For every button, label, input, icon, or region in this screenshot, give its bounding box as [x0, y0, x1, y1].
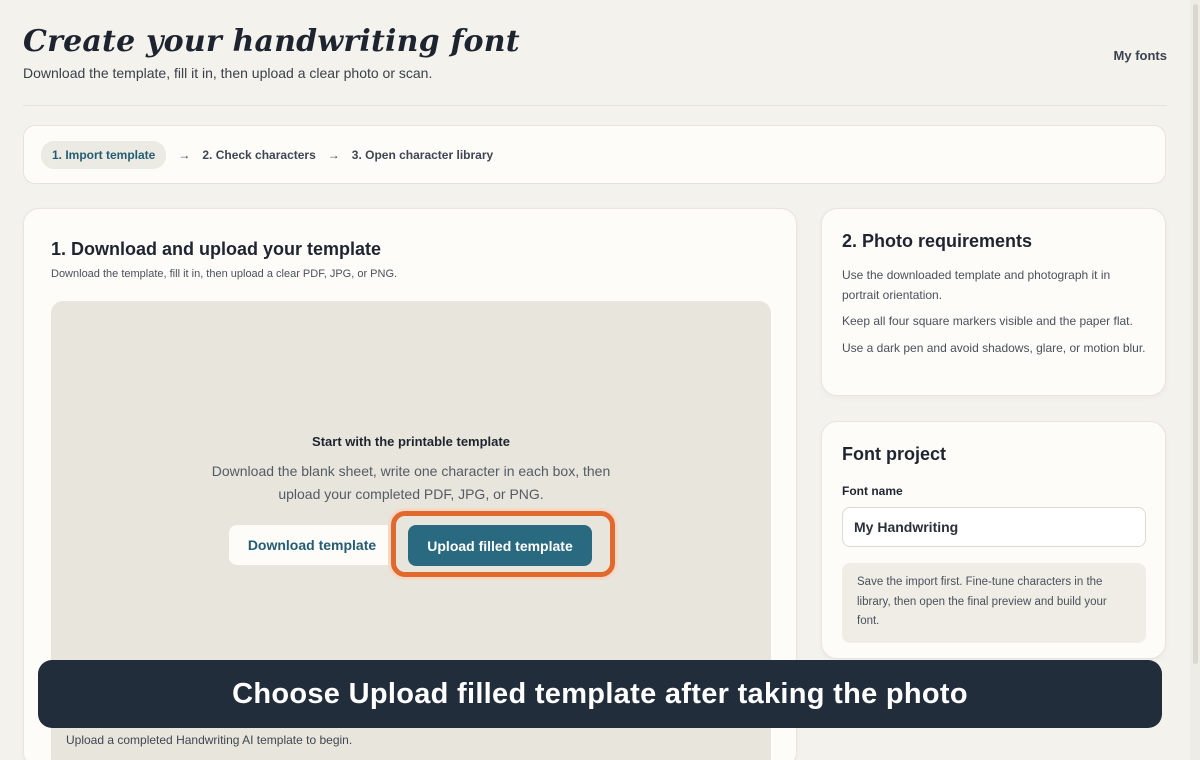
photo-requirements-card: 2. Photo requirements Use the downloaded… [821, 208, 1166, 396]
upload-filled-template-button[interactable]: Upload filled template [408, 525, 592, 566]
font-name-input[interactable] [842, 507, 1146, 547]
page-header: Create your handwriting font Download th… [23, 24, 1167, 106]
font-project-card: Font project Font name Save the import f… [821, 421, 1166, 659]
requirement-item: Use the downloaded template and photogra… [842, 268, 1111, 302]
step-arrow-icon: → [327, 147, 340, 162]
page-subtitle: Download the template, fill it in, then … [23, 65, 433, 81]
upload-card-title: 1. Download and upload your template [51, 239, 382, 259]
requirements-title: 2. Photo requirements [842, 231, 1033, 251]
project-note: Save the import first. Fine-tune charact… [842, 563, 1146, 643]
requirement-item: Use a dark pen and avoid shadows, glare,… [842, 340, 1146, 355]
step-import-template[interactable]: 1. Import template [41, 140, 167, 169]
font-name-label: Font name [842, 484, 903, 498]
dropzone-instructions: Download the blank sheet, write one char… [211, 463, 611, 502]
requirement-item: Keep all four square markers visible and… [842, 314, 1133, 328]
download-template-button[interactable]: Download template [229, 525, 395, 565]
tutorial-caption: Choose Upload filled template after taki… [38, 660, 1162, 728]
project-title: Font project [842, 444, 946, 464]
page-scrollbar[interactable] [1190, 0, 1200, 760]
my-fonts-link[interactable]: My fonts [1114, 48, 1167, 63]
requirements-list: Use the downloaded template and photogra… [842, 266, 1147, 365]
step-arrow-icon: → [178, 147, 191, 162]
scrollbar-thumb[interactable] [1193, 4, 1198, 664]
upload-card-subtitle: Download the template, fill it in, then … [51, 268, 398, 280]
dropzone-title: Start with the printable template [312, 434, 510, 449]
step-open-library[interactable]: 3. Open character library [352, 148, 493, 162]
step-progress: 1. Import template → 2. Check characters… [23, 125, 1166, 184]
dropzone-status: Upload a completed Handwriting AI templa… [66, 733, 353, 747]
step-check-characters[interactable]: 2. Check characters [202, 148, 315, 162]
page-title: Create your handwriting font [23, 24, 520, 59]
